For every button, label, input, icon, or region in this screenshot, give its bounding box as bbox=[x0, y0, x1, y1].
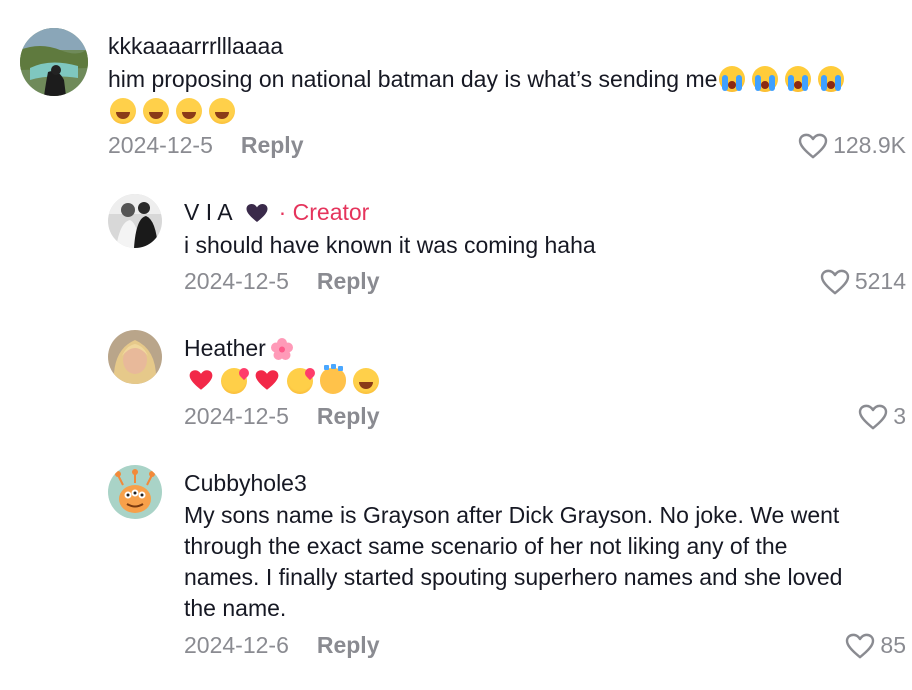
like-button[interactable]: 128.9K bbox=[798, 132, 906, 159]
avatar[interactable] bbox=[108, 194, 162, 248]
laughing-face-icon bbox=[110, 98, 136, 124]
comment-text-line: names. I finally started spouting superh… bbox=[184, 564, 843, 590]
cherry-blossom-icon bbox=[270, 337, 293, 360]
comment-meta: 2024-12-6 Reply bbox=[184, 632, 380, 659]
comment-date: 2024-12-5 bbox=[184, 403, 289, 429]
emoji-line bbox=[110, 98, 235, 124]
comment-meta: 2024-12-5 Reply bbox=[184, 403, 380, 430]
avatar[interactable] bbox=[20, 28, 88, 96]
like-count: 128.9K bbox=[833, 132, 906, 158]
comment-username[interactable]: kkkaaaarrrlllaaaa bbox=[108, 33, 283, 60]
comment-date: 2024-12-5 bbox=[108, 132, 213, 158]
comment-text-line: through the exact same scenario of her n… bbox=[184, 533, 788, 559]
laughing-face-icon bbox=[353, 368, 379, 394]
smiling-hearts-face-icon bbox=[221, 368, 247, 394]
heart-icon bbox=[845, 633, 875, 659]
comment-text: i should have known it was coming haha bbox=[184, 232, 596, 258]
reply-button[interactable]: Reply bbox=[241, 132, 304, 159]
laughing-face-icon bbox=[176, 98, 202, 124]
like-button[interactable]: 3 bbox=[858, 403, 906, 430]
like-count: 5214 bbox=[854, 268, 906, 294]
comment-username[interactable]: V I A · Creator bbox=[184, 199, 369, 226]
comment-meta: 2024-12-5 Reply bbox=[108, 132, 304, 159]
comment-username[interactable]: Heather bbox=[184, 335, 294, 362]
crying-face-icon bbox=[719, 66, 746, 92]
heart-icon bbox=[798, 133, 828, 159]
heart-icon bbox=[858, 404, 888, 430]
laughing-face-icon bbox=[209, 98, 235, 124]
black-heart-icon bbox=[246, 203, 268, 222]
like-count: 85 bbox=[880, 632, 906, 658]
comment-meta: 2024-12-5 Reply bbox=[184, 268, 380, 295]
crying-face-icon bbox=[785, 66, 812, 92]
avatar[interactable] bbox=[108, 465, 162, 519]
comment-text-content: him proposing on national batman day is … bbox=[108, 66, 718, 92]
red-heart-icon bbox=[188, 368, 214, 392]
comment-date: 2024-12-5 bbox=[184, 268, 289, 294]
laughing-face-icon bbox=[143, 98, 169, 124]
avatar[interactable] bbox=[108, 330, 162, 384]
like-button[interactable]: 85 bbox=[845, 632, 906, 659]
emoji-line bbox=[188, 365, 379, 394]
smiling-hearts-face-icon bbox=[287, 368, 313, 394]
comment-username[interactable]: Cubbyhole3 bbox=[184, 470, 307, 497]
clapping-hands-icon bbox=[320, 365, 346, 394]
crying-face-icon bbox=[752, 66, 779, 92]
comment-text-line: My sons name is Grayson after Dick Grays… bbox=[184, 502, 840, 528]
comment-text: My sons name is Grayson after Dick Grays… bbox=[184, 500, 904, 624]
like-button[interactable]: 5214 bbox=[820, 268, 906, 295]
comment-text-line: the name. bbox=[184, 595, 287, 621]
creator-badge: · Creator bbox=[278, 199, 370, 225]
comment-date: 2024-12-6 bbox=[184, 632, 289, 658]
reply-button[interactable]: Reply bbox=[317, 403, 380, 430]
comment-text: him proposing on national batman day is … bbox=[108, 64, 908, 95]
red-heart-icon bbox=[254, 368, 280, 392]
crying-face-icon bbox=[818, 66, 845, 92]
username-text: V I A bbox=[184, 199, 233, 225]
heart-icon bbox=[820, 269, 850, 295]
reply-button[interactable]: Reply bbox=[317, 632, 380, 659]
like-count: 3 bbox=[893, 403, 906, 429]
emoji-group bbox=[719, 66, 845, 92]
reply-button[interactable]: Reply bbox=[317, 268, 380, 295]
username-text: Heather bbox=[184, 335, 266, 361]
